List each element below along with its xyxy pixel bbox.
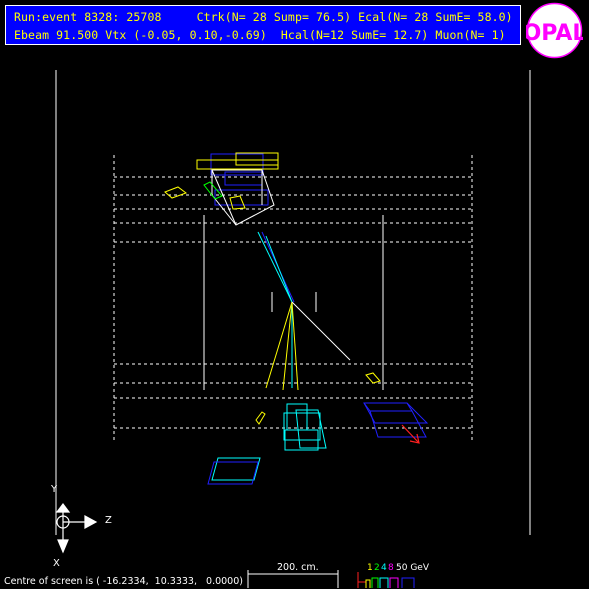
energy-digit-8: 8 bbox=[388, 563, 394, 573]
chamber-boundaries bbox=[113, 155, 473, 440]
scale-label: 200. cm. bbox=[277, 562, 319, 573]
energy-legend bbox=[357, 572, 415, 588]
energy-max-label: 50 GeV bbox=[396, 563, 429, 573]
energy-digit-4: 4 bbox=[381, 563, 387, 573]
energy-digit-1: 1 bbox=[367, 563, 373, 573]
axis-label-x: X bbox=[53, 558, 60, 569]
axis-label-y: Y bbox=[51, 484, 58, 495]
ecal-cluster-upper bbox=[164, 152, 279, 226]
event-display-canvas[interactable] bbox=[0, 0, 589, 589]
axes-gizmo bbox=[55, 503, 98, 554]
energy-digit-2: 2 bbox=[374, 563, 380, 573]
screen-centre-readout: Centre of screen is ( -16.2334, 10.3333,… bbox=[4, 576, 243, 587]
axis-label-z: Z bbox=[105, 515, 112, 526]
